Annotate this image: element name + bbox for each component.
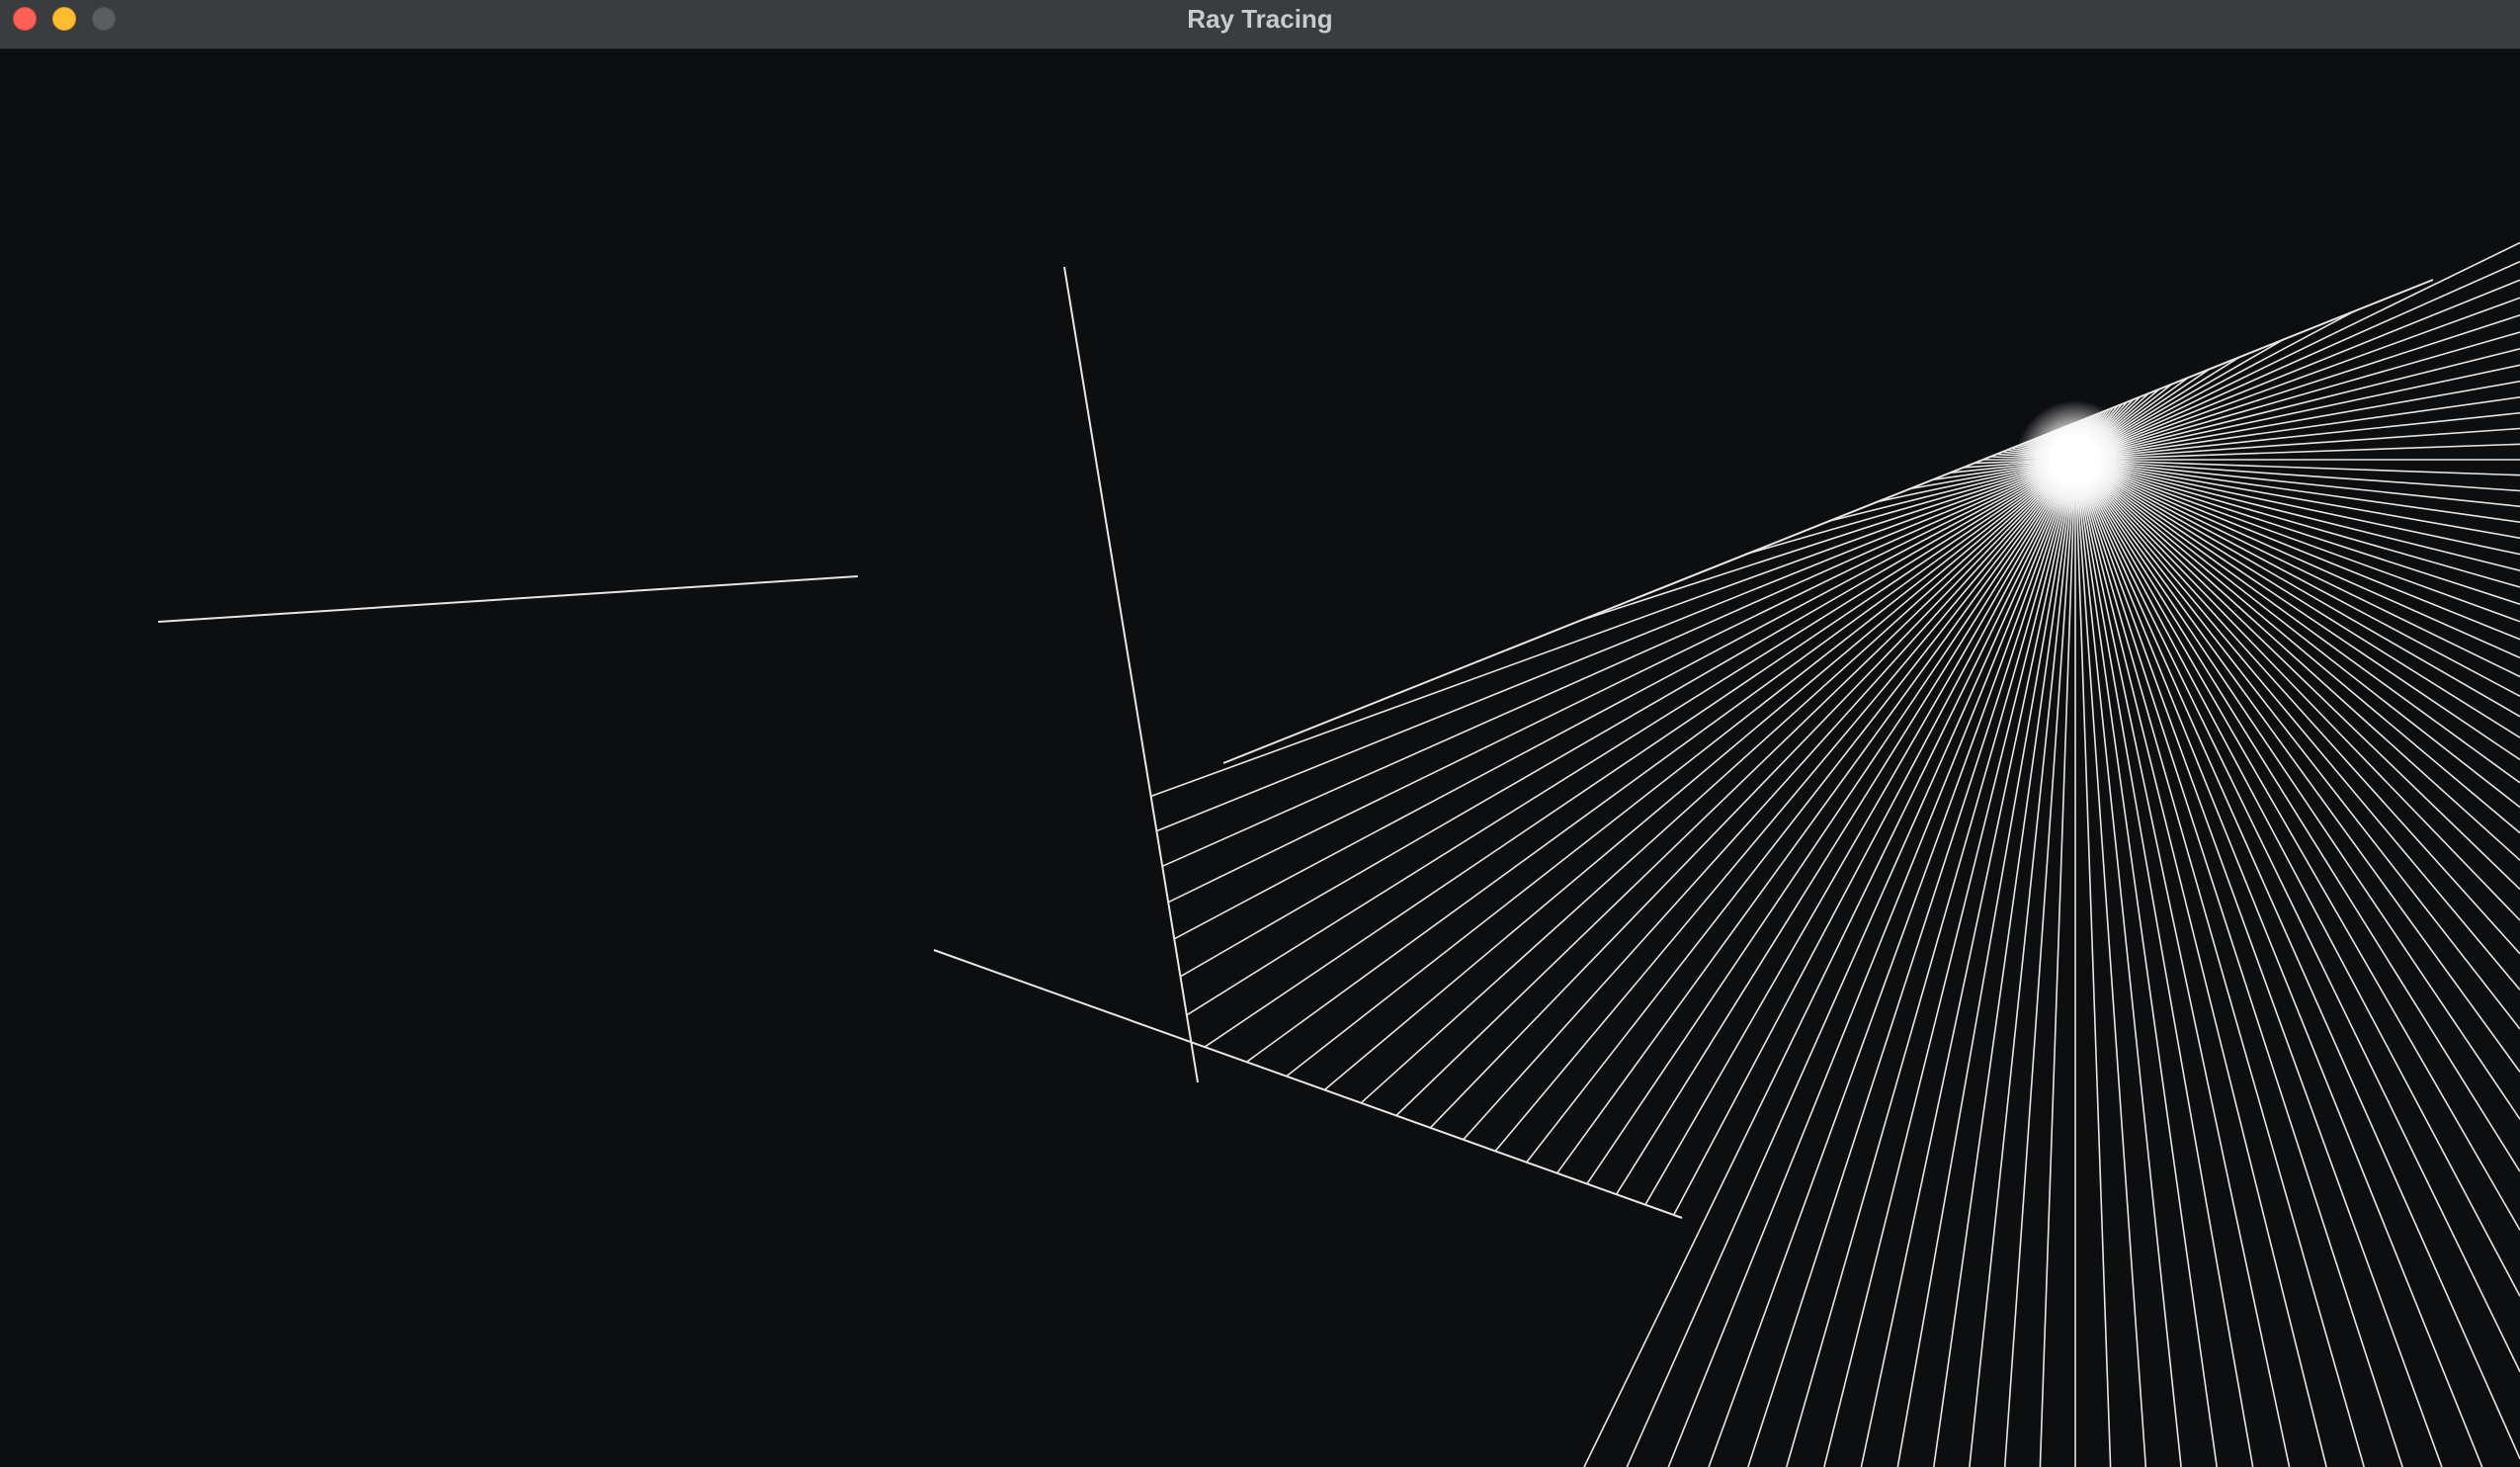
ray-line bbox=[2074, 459, 2520, 1073]
ray-line bbox=[1644, 459, 2076, 1206]
ray-line bbox=[2074, 260, 2520, 461]
ray-line bbox=[2074, 459, 2291, 1467]
ray-line bbox=[1672, 459, 2076, 1216]
ray-line bbox=[2074, 314, 2520, 461]
wall-segment-1 bbox=[1063, 266, 1199, 1083]
ray-line bbox=[1969, 459, 2076, 1467]
window-title: Ray Tracing bbox=[1187, 4, 1333, 34]
wall-segment-4 bbox=[157, 575, 859, 623]
ray-line bbox=[2074, 459, 2520, 1172]
ray-line bbox=[2003, 459, 2076, 1467]
wall-segment-2 bbox=[933, 949, 1683, 1219]
ray-line bbox=[2074, 459, 2327, 1467]
ray-line bbox=[1173, 459, 2076, 940]
light-source-core[interactable] bbox=[2050, 434, 2101, 485]
ray-line bbox=[2074, 459, 2520, 1231]
ray-line bbox=[1245, 459, 2076, 1063]
ray-line bbox=[1667, 459, 2076, 1467]
ray-line bbox=[2074, 459, 2112, 1467]
ray-line bbox=[2074, 459, 2520, 809]
ray-line bbox=[1526, 459, 2076, 1164]
ray-line bbox=[1286, 459, 2076, 1078]
ray-scene bbox=[157, 241, 2520, 1467]
ray-line bbox=[2074, 459, 2182, 1467]
ray-line bbox=[2074, 459, 2403, 1467]
ray-line bbox=[1323, 459, 2076, 1091]
app-window: Ray Tracing bbox=[0, 0, 2520, 1467]
ray-line bbox=[2074, 459, 2483, 1467]
ray-line bbox=[1494, 459, 2076, 1152]
ray-line bbox=[1579, 459, 2076, 622]
ray-line bbox=[1747, 459, 2076, 1467]
ray-line bbox=[1180, 459, 2076, 978]
ray-line bbox=[1186, 459, 2076, 1016]
ray-line bbox=[1896, 459, 2076, 1467]
title-bar[interactable]: Ray Tracing bbox=[0, 0, 2520, 49]
ray-line bbox=[1555, 459, 2076, 1174]
wall-segment-3 bbox=[1222, 279, 2434, 764]
ray-line bbox=[2074, 459, 2443, 1467]
ray-line bbox=[1463, 459, 2076, 1141]
ray-line bbox=[2074, 459, 2254, 1467]
light-source[interactable] bbox=[2016, 400, 2135, 519]
ray-line bbox=[1708, 459, 2076, 1467]
ray-line bbox=[1933, 459, 2076, 1467]
ray-line bbox=[2074, 459, 2520, 738]
ray-line bbox=[1429, 459, 2076, 1129]
ray-tracing-canvas[interactable] bbox=[0, 49, 2520, 1467]
ray-line bbox=[1860, 459, 2076, 1467]
ray-line bbox=[2074, 459, 2520, 1297]
ray-line bbox=[1360, 459, 2076, 1104]
ray-line bbox=[2074, 459, 2520, 1030]
ray-line bbox=[1156, 459, 2076, 832]
ray-line bbox=[2074, 459, 2520, 605]
ray-line bbox=[1615, 459, 2076, 1195]
ray-line bbox=[1823, 459, 2076, 1467]
ray-line bbox=[2074, 459, 2147, 1467]
ray-line bbox=[2074, 459, 2520, 784]
ray-line bbox=[2039, 459, 2076, 1467]
rays bbox=[1150, 241, 2520, 1467]
ray-line bbox=[2074, 459, 2218, 1467]
